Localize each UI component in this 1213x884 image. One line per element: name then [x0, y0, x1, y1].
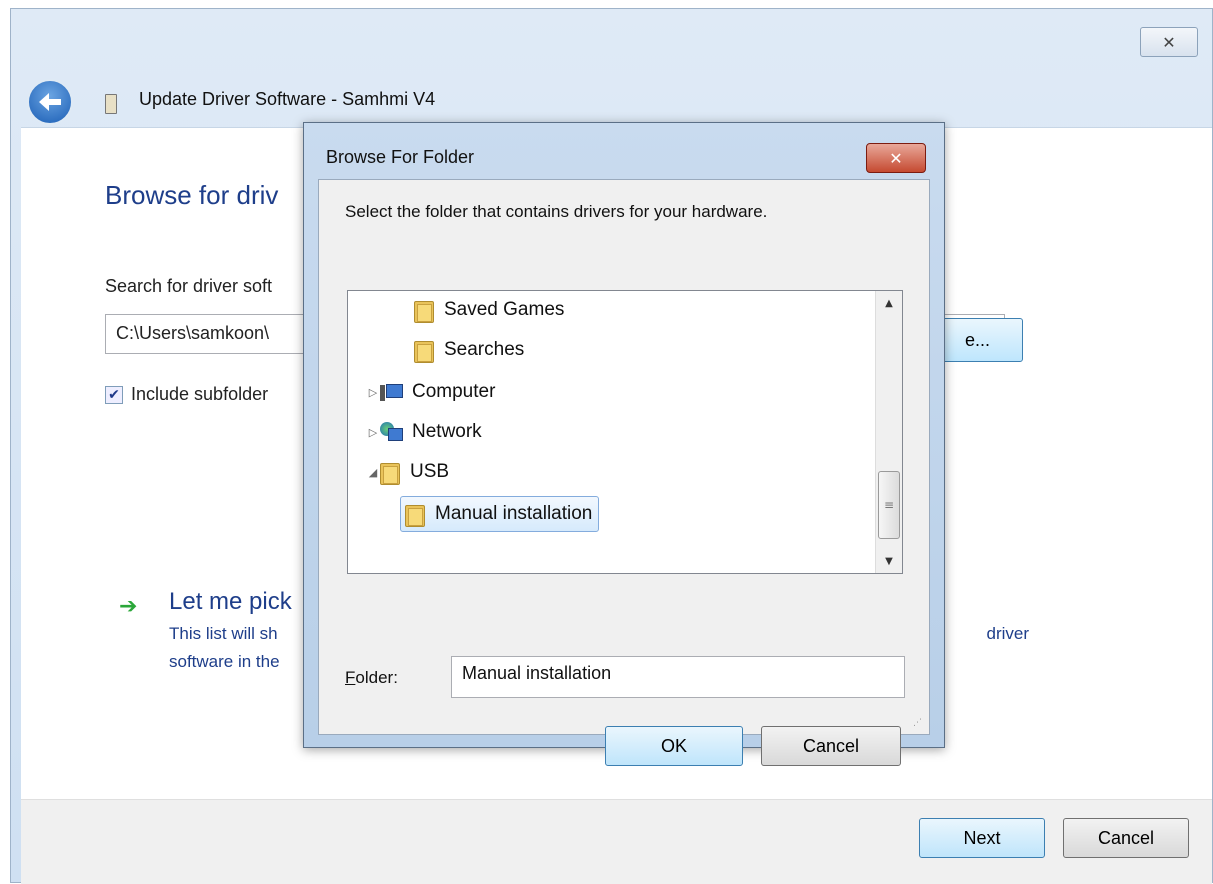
tree-item-usb[interactable]: ◢ USB [366, 455, 449, 489]
green-arrow-icon: ➔ [119, 594, 138, 619]
let-me-pick-link[interactable]: Let me pick [169, 588, 292, 616]
tree-item-label: Searches [444, 339, 525, 360]
folder-icon [380, 461, 400, 485]
scroll-up-icon[interactable]: ▲ [876, 291, 902, 315]
tree-item-label: Manual installation [435, 503, 593, 524]
dialog-title: Browse For Folder [326, 147, 475, 167]
tree-item-label: Network [412, 421, 482, 442]
back-arrow-icon [39, 93, 61, 111]
wizard-title: Update Driver Software - Samhmi V4 [139, 89, 436, 109]
folder-icon [405, 503, 425, 527]
folder-icon [414, 339, 434, 363]
scroll-thumb[interactable]: ≡ [878, 471, 900, 539]
wizard-close-button[interactable]: ✕ [1140, 27, 1198, 57]
back-button[interactable] [27, 79, 73, 125]
search-location-label: Search for driver soft [105, 276, 273, 296]
folder-label: Folder: [345, 668, 398, 687]
computer-icon [380, 382, 403, 402]
browse-for-folder-dialog: Browse For Folder ✕ Select the folder th… [303, 122, 945, 766]
checkmark-icon: ✔ [108, 387, 120, 403]
ok-button[interactable]: OK [605, 726, 743, 766]
folder-tree[interactable]: Saved Games Searches ▷ Computer ▷ Networ… [347, 290, 903, 574]
include-subfolders-label: Include subfolder [131, 384, 269, 404]
tree-scrollbar[interactable]: ▲ ≡ ▼ [875, 291, 902, 573]
description-line-1-tail: driver [986, 624, 1029, 643]
expand-arrow-icon[interactable]: ▷ [366, 426, 380, 439]
collapse-arrow-icon[interactable]: ◢ [366, 466, 380, 479]
next-button[interactable]: Next [919, 818, 1045, 858]
tree-item-manual-installation[interactable]: Manual installation [400, 496, 600, 532]
tree-item-saved-games[interactable]: Saved Games [400, 293, 564, 327]
dialog-body: Select the folder that contains drivers … [318, 179, 930, 766]
browse-button-label: e... [964, 329, 990, 350]
expand-arrow-icon[interactable]: ▷ [366, 386, 380, 399]
tree-item-label: Saved Games [444, 299, 565, 320]
scroll-down-icon[interactable]: ▼ [876, 549, 902, 573]
usb-device-icon [105, 94, 117, 114]
wizard-footer: Next Cancel [21, 799, 1212, 884]
folder-name-input[interactable]: Manual installation [451, 656, 905, 698]
resize-grip-icon[interactable]: ⋰ [913, 718, 925, 730]
tree-item-computer[interactable]: ▷ Computer [366, 375, 496, 409]
dialog-instruction: Select the folder that contains drivers … [345, 202, 768, 221]
network-icon [380, 422, 403, 442]
tree-item-searches[interactable]: Searches [400, 333, 524, 367]
include-subfolders-checkbox[interactable]: ✔ [105, 386, 123, 404]
wizard-cancel-button[interactable]: Cancel [1063, 818, 1189, 858]
tree-item-label: USB [410, 461, 450, 482]
tree-item-network[interactable]: ▷ Network [366, 415, 482, 449]
page-heading: Browse for driv [105, 180, 279, 210]
close-icon: ✕ [1162, 32, 1176, 52]
dialog-close-button[interactable]: ✕ [866, 143, 926, 173]
close-icon: ✕ [889, 148, 903, 168]
tree-item-label: Computer [412, 381, 496, 402]
folder-icon [414, 299, 434, 323]
dialog-cancel-button[interactable]: Cancel [761, 726, 901, 766]
